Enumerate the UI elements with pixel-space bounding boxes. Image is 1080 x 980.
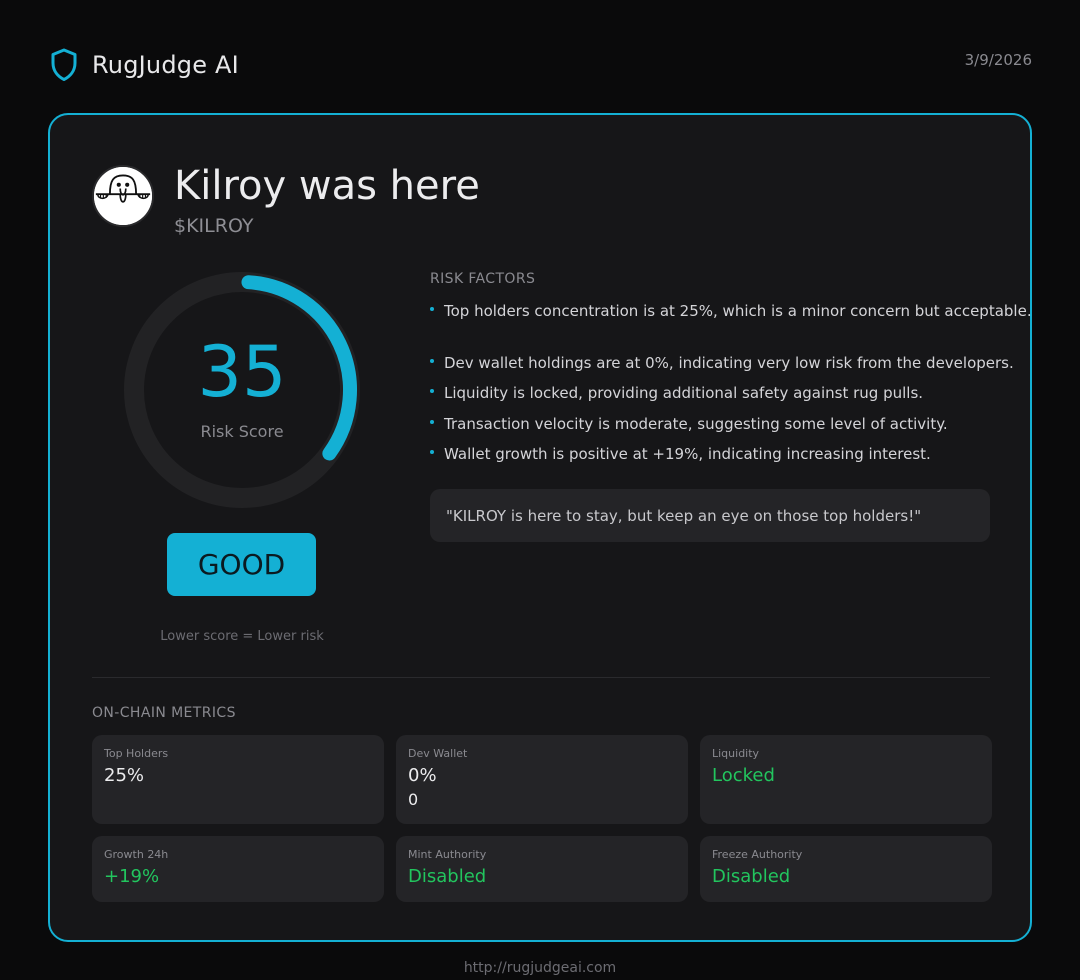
metric-sub-value: 0 bbox=[408, 790, 419, 809]
risk-factor-item: Liquidity is locked, providing additiona… bbox=[430, 384, 1030, 402]
report-date: 3/9/2026 bbox=[964, 51, 1032, 69]
verdict-badge: GOOD bbox=[167, 533, 316, 596]
metric-growth-24h: Growth 24h +19% bbox=[92, 836, 384, 902]
metric-label: Top Holders bbox=[104, 747, 169, 760]
risk-factor-item: Dev wallet holdings are at 0%, indicatin… bbox=[430, 354, 1030, 372]
footer-url[interactable]: http://rugjudgeai.com bbox=[0, 960, 1080, 976]
risk-factor-item: Wallet growth is positive at +19%, indic… bbox=[430, 445, 1030, 463]
metric-value: 0% bbox=[408, 765, 437, 786]
kilroy-avatar bbox=[92, 165, 154, 227]
bullet-icon bbox=[430, 419, 434, 424]
token-symbol: $KILROY bbox=[174, 215, 254, 237]
section-divider bbox=[92, 677, 990, 678]
metric-top-holders: Top Holders 25% bbox=[92, 735, 384, 824]
metric-label: Freeze Authority bbox=[712, 848, 803, 861]
risk-gauge: 35 Risk Score bbox=[122, 270, 362, 510]
score-note: Lower score = Lower risk bbox=[160, 629, 324, 644]
token-name: Kilroy was here bbox=[174, 163, 480, 209]
metrics-title: ON-CHAIN METRICS bbox=[92, 705, 236, 721]
metric-label: Liquidity bbox=[712, 747, 760, 760]
risk-factor-item: Top holders concentration is at 25%, whi… bbox=[430, 302, 1032, 320]
metric-dev-wallet: Dev Wallet 0% 0 bbox=[396, 735, 688, 824]
risk-factor-item: Transaction velocity is moderate, sugges… bbox=[430, 415, 1030, 433]
metric-label: Growth 24h bbox=[104, 848, 169, 861]
ai-quote: "KILROY is here to stay, but keep an eye… bbox=[430, 489, 990, 542]
risk-factors-title: RISK FACTORS bbox=[430, 271, 536, 287]
metric-value: Locked bbox=[712, 765, 775, 786]
metric-value: +19% bbox=[104, 866, 160, 887]
bullet-icon bbox=[430, 306, 434, 311]
metric-value: Disabled bbox=[712, 866, 791, 887]
risk-score-value: 35 bbox=[197, 331, 287, 413]
metric-label: Dev Wallet bbox=[408, 747, 468, 760]
brand-name: RugJudge AI bbox=[92, 51, 239, 79]
report-card: Kilroy was here $KILROY 35 Risk Score GO… bbox=[48, 113, 1032, 942]
metric-value: Disabled bbox=[408, 866, 487, 887]
risk-score-label: Risk Score bbox=[200, 422, 284, 441]
brand: RugJudge AI bbox=[50, 48, 239, 82]
bullet-icon bbox=[430, 388, 434, 393]
bullet-icon bbox=[430, 449, 434, 454]
metric-liquidity: Liquidity Locked bbox=[700, 735, 992, 824]
bullet-icon bbox=[430, 358, 434, 363]
metric-mint-authority: Mint Authority Disabled bbox=[396, 836, 688, 902]
metric-freeze-authority: Freeze Authority Disabled bbox=[700, 836, 992, 902]
shield-icon bbox=[51, 48, 77, 81]
metric-value: 25% bbox=[104, 765, 145, 786]
token-header: Kilroy was here $KILROY bbox=[92, 163, 480, 237]
metric-label: Mint Authority bbox=[408, 848, 487, 861]
